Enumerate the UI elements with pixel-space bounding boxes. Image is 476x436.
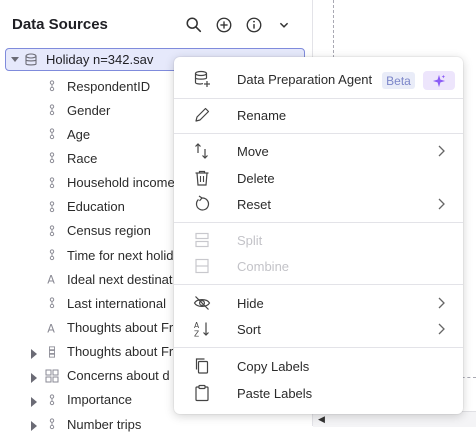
numeric-icon xyxy=(45,417,59,431)
copy-icon xyxy=(192,356,212,376)
tree-item-label: Age xyxy=(67,126,91,142)
tree-item-label: Thoughts about Fr xyxy=(67,320,174,335)
svg-text:Z: Z xyxy=(194,330,199,339)
tree-item-label: Thoughts about Fr xyxy=(67,344,174,360)
menu-item-data-preparation-agent[interactable]: Data Preparation Agent Beta xyxy=(174,66,463,92)
move-arrows-icon xyxy=(192,141,212,161)
numeric-icon xyxy=(45,224,59,238)
menu-item-label: Move xyxy=(237,143,269,159)
pencil-icon xyxy=(192,105,212,125)
menu-item-label: Reset xyxy=(237,196,271,212)
chevron-down-icon[interactable] xyxy=(273,14,295,36)
chevron-right-icon xyxy=(438,198,445,210)
tree-item-label: Ideal next destinat xyxy=(67,271,173,287)
caret-right-icon[interactable] xyxy=(30,395,38,407)
database-plus-icon xyxy=(192,69,212,89)
tree-item-label: Last international xyxy=(67,295,167,311)
menu-item-rename[interactable]: Rename xyxy=(174,102,463,128)
numeric-icon xyxy=(45,151,59,165)
tree-item-label: Household income xyxy=(67,175,175,191)
menu-item-split: Split xyxy=(174,227,463,253)
caret-down-icon[interactable] xyxy=(11,56,19,64)
numeric-icon xyxy=(45,103,59,117)
beta-badge: Beta xyxy=(382,72,415,89)
clipboard-icon xyxy=(192,383,212,403)
sparkle-icon xyxy=(423,71,455,90)
menu-item-label: Data Preparation Agent xyxy=(237,71,373,87)
menu-item-label: Split xyxy=(237,232,263,248)
menu-item-sort[interactable]: AZ Sort xyxy=(174,316,463,342)
numeric-icon xyxy=(45,393,59,407)
tree-item-label: Time for next holid xyxy=(67,247,174,263)
tree-item-label: Concerns about d xyxy=(67,368,170,384)
menu-item-label: Sort xyxy=(237,321,261,337)
menu-item-combine: Combine xyxy=(174,253,463,279)
menu-item-hide[interactable]: Hide xyxy=(174,290,463,316)
menu-item-label: Paste Labels xyxy=(237,385,313,401)
numeric-icon xyxy=(45,296,59,310)
menu-separator xyxy=(174,98,463,99)
numeric-icon xyxy=(45,248,59,262)
scroll-left-icon[interactable]: ◀ xyxy=(318,414,325,425)
eye-off-icon xyxy=(192,293,212,313)
numeric-icon xyxy=(45,176,59,190)
text-icon: A xyxy=(45,321,59,334)
sort-az-icon: AZ xyxy=(192,319,212,339)
tree-item[interactable]: Number trips xyxy=(0,412,312,436)
numeric-set-icon xyxy=(45,345,59,359)
tree-item-label: Gender xyxy=(67,102,111,118)
chevron-right-icon xyxy=(438,323,445,335)
data-source-label: Holiday n=342.sav xyxy=(46,52,154,67)
numeric-icon xyxy=(45,127,59,141)
numeric-icon xyxy=(45,200,59,214)
menu-item-delete[interactable]: Delete xyxy=(174,165,463,191)
add-icon[interactable] xyxy=(213,14,235,36)
search-icon[interactable] xyxy=(183,14,205,36)
menu-item-move[interactable]: Move xyxy=(174,138,463,164)
tree-item-label: Race xyxy=(67,150,98,166)
menu-item-paste-labels[interactable]: Paste Labels xyxy=(174,380,463,406)
context-menu: Data Preparation Agent Beta Rename Move … xyxy=(174,57,463,414)
menu-separator xyxy=(174,284,463,285)
caret-right-icon[interactable] xyxy=(30,419,38,432)
svg-text:A: A xyxy=(47,274,55,286)
tree-item-label: RespondentID xyxy=(67,78,151,94)
chevron-right-icon xyxy=(438,297,445,309)
text-icon: A xyxy=(45,272,59,286)
menu-separator xyxy=(174,222,463,223)
menu-item-reset[interactable]: Reset xyxy=(174,191,463,217)
trash-icon xyxy=(192,168,212,188)
grid-icon xyxy=(45,369,59,383)
svg-text:A: A xyxy=(47,322,55,334)
reset-icon xyxy=(192,194,212,214)
tree-item-label: Census region xyxy=(67,223,151,239)
database-icon xyxy=(25,52,37,65)
menu-item-label: Hide xyxy=(237,295,264,311)
combine-icon xyxy=(192,256,212,276)
chevron-right-icon xyxy=(438,145,445,157)
menu-separator xyxy=(174,133,463,134)
menu-item-label: Combine xyxy=(237,258,290,274)
panel-title: Data Sources xyxy=(12,16,108,33)
split-icon xyxy=(192,230,212,250)
tree-item-label: Importance xyxy=(67,392,133,408)
menu-item-label: Rename xyxy=(237,107,287,123)
menu-item-label: Delete xyxy=(237,170,275,186)
numeric-icon xyxy=(45,79,59,93)
tree-item-label: Number trips xyxy=(67,416,142,432)
menu-separator xyxy=(174,347,463,348)
tree-item-label: Education xyxy=(67,199,125,215)
caret-right-icon[interactable] xyxy=(30,347,38,359)
caret-right-icon[interactable] xyxy=(30,371,38,383)
menu-item-copy-labels[interactable]: Copy Labels xyxy=(174,353,463,379)
info-icon[interactable] xyxy=(243,14,265,36)
menu-item-label: Copy Labels xyxy=(237,358,310,374)
